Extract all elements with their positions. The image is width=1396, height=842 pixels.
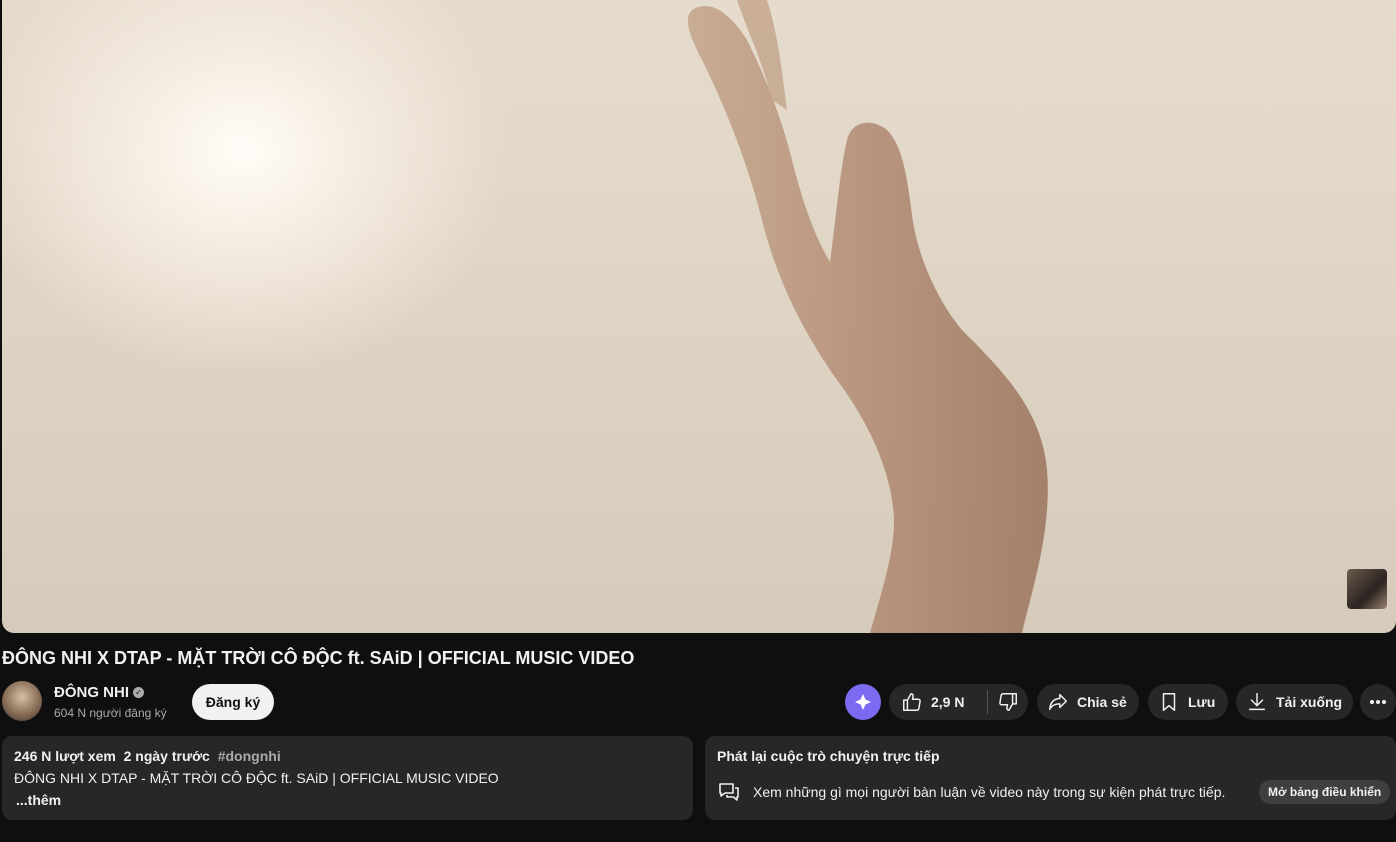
download-button[interactable]: Tải xuống <box>1236 684 1353 720</box>
channel-name[interactable]: ĐÔNG NHI <box>54 684 129 701</box>
description-box[interactable]: 246 N lượt xem 2 ngày trước #dongnhi ĐÔN… <box>2 736 693 820</box>
video-title: ĐÔNG NHI X DTAP - MẶT TRỜI CÔ ĐỘC ft. SA… <box>2 648 635 668</box>
save-label: Lưu <box>1188 694 1216 710</box>
video-player[interactable] <box>2 0 1396 633</box>
verified-check-icon: ✓ <box>133 687 144 698</box>
download-label: Tải xuống <box>1276 694 1343 710</box>
more-horizontal-icon <box>1370 700 1386 704</box>
live-chat-heading: Phát lại cuộc trò chuyện trực tiếp <box>717 748 940 764</box>
channel-avatar[interactable] <box>2 681 42 721</box>
dislike-button[interactable] <box>988 684 1028 720</box>
subscriber-count: 604 N người đăng ký <box>54 706 167 720</box>
share-button[interactable]: Chia sẻ <box>1037 684 1139 720</box>
thumbs-down-icon <box>999 693 1017 711</box>
ai-assistant-button[interactable] <box>845 684 881 720</box>
thumbs-up-icon <box>903 693 921 711</box>
like-count: 2,9 N <box>931 694 965 710</box>
like-button[interactable]: 2,9 N <box>889 684 987 720</box>
share-arrow-icon <box>1049 693 1067 711</box>
like-dislike-group: 2,9 N <box>889 684 1028 720</box>
live-chat-row: Xem những gì mọi người bàn luận về video… <box>717 780 1225 804</box>
show-more-link[interactable]: ...thêm <box>14 792 681 808</box>
channel-watermark[interactable] <box>1347 569 1387 609</box>
share-label: Chia sẻ <box>1077 694 1127 710</box>
upload-time: 2 ngày trước <box>123 748 210 764</box>
description-meta: 246 N lượt xem 2 ngày trước #dongnhi <box>14 748 681 764</box>
more-actions-button[interactable] <box>1360 684 1396 720</box>
download-icon <box>1248 693 1266 711</box>
open-chat-panel-button[interactable]: Mở bảng điều khiển <box>1259 780 1391 804</box>
subscribe-button[interactable]: Đăng ký <box>192 684 274 720</box>
video-frame-hand <box>687 0 1048 633</box>
chat-bubbles-icon <box>719 783 739 801</box>
live-chat-replay-panel: Phát lại cuộc trò chuyện trực tiếp Xem n… <box>705 736 1396 820</box>
bookmark-icon <box>1162 693 1176 711</box>
sparkle-icon <box>855 694 871 710</box>
live-chat-text: Xem những gì mọi người bàn luận về video… <box>753 784 1226 800</box>
hashtag-link[interactable]: #dongnhi <box>218 748 281 764</box>
view-count: 246 N lượt xem <box>14 748 116 764</box>
save-button[interactable]: Lưu <box>1148 684 1228 720</box>
description-text: ĐÔNG NHI X DTAP - MẶT TRỜI CÔ ĐỘC ft. SA… <box>14 770 499 786</box>
